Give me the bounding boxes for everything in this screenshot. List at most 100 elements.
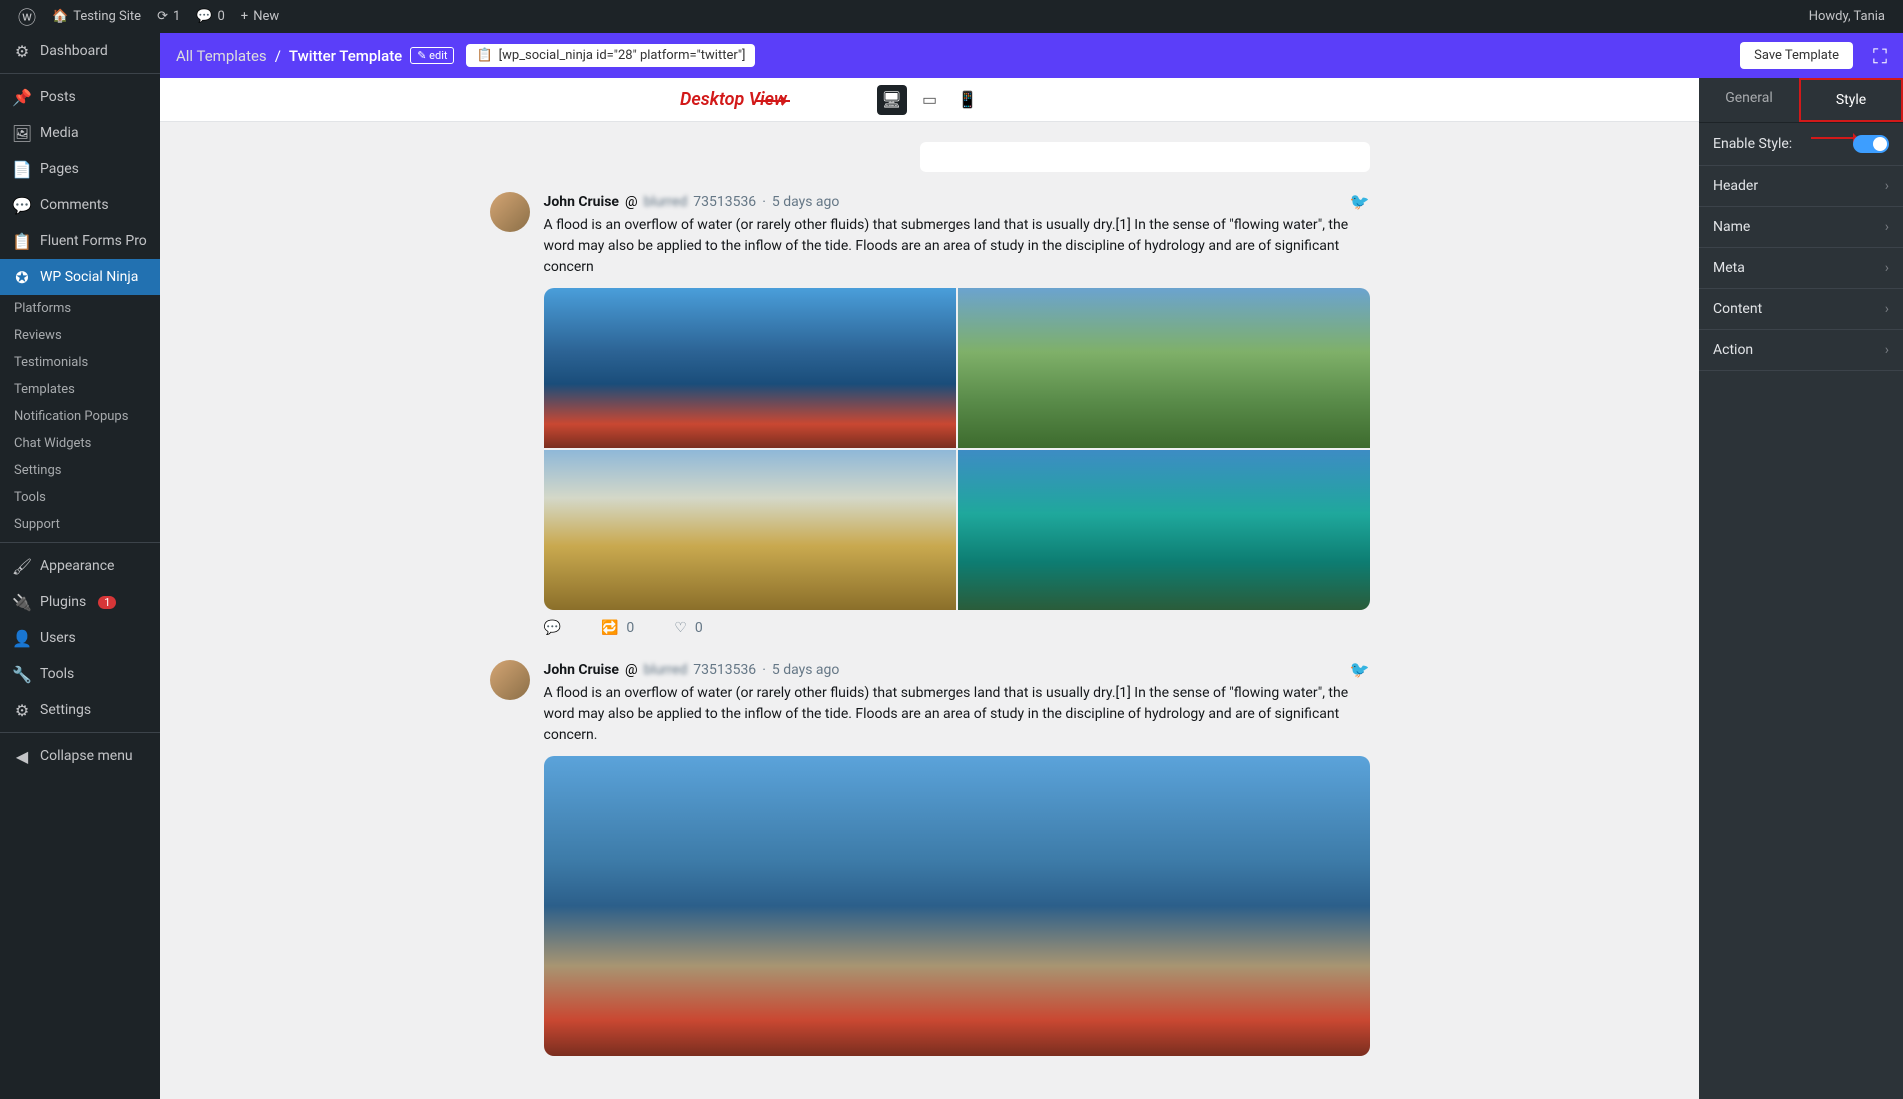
tweet-handle-suffix: 73513536 <box>693 662 756 678</box>
avatar[interactable] <box>490 192 530 232</box>
tweet-image[interactable] <box>544 288 956 448</box>
updates-link[interactable]: ⟳1 <box>149 0 188 33</box>
preview-area: Desktop View 🖥 ▭ 📱 John Cruise @ blurred 7… <box>160 78 1699 1099</box>
breadcrumb-all-templates[interactable]: All Templates <box>176 47 267 65</box>
submenu-chat-widgets[interactable]: Chat Widgets <box>0 430 160 457</box>
menu-posts[interactable]: 📌Posts <box>0 79 160 115</box>
code-icon: 📋 <box>476 48 492 63</box>
menu-collapse[interactable]: ◀Collapse menu <box>0 738 160 774</box>
section-name[interactable]: Name› <box>1699 207 1903 248</box>
view-switcher: Desktop View 🖥 ▭ 📱 <box>160 78 1699 122</box>
submenu-platforms[interactable]: Platforms <box>0 295 160 322</box>
fullscreen-icon[interactable]: ⛶ <box>1873 44 1887 68</box>
tweet: John Cruise @blurred73513536 · 5 days ag… <box>490 192 1370 636</box>
annotation-arrow <box>755 100 790 102</box>
panel-tabs: General Style <box>1699 78 1903 123</box>
wp-admin-bar: ⓦ 🏠Testing Site ⟳1 💬0 +New Howdy, Tania <box>0 0 1903 33</box>
menu-plugins[interactable]: 🔌Plugins1 <box>0 584 160 620</box>
desktop-view-button[interactable]: 🖥 <box>877 85 907 115</box>
tab-style[interactable]: Style <box>1799 78 1903 122</box>
twitter-icon[interactable]: 🐦 <box>1350 660 1370 679</box>
retweet-icon: 🔁 <box>601 620 618 636</box>
section-action[interactable]: Action› <box>1699 330 1903 371</box>
submenu-support[interactable]: Support <box>0 511 160 538</box>
section-content[interactable]: Content› <box>1699 289 1903 330</box>
site-name-link[interactable]: 🏠Testing Site <box>44 0 149 33</box>
menu-media[interactable]: 🖼Media <box>0 115 160 151</box>
brush-icon: 🖌 <box>12 556 32 576</box>
submenu-tools[interactable]: Tools <box>0 484 160 511</box>
twitter-icon[interactable]: 🐦 <box>1350 192 1370 211</box>
collapse-icon: ◀ <box>12 746 32 766</box>
reply-icon: 💬 <box>544 620 561 636</box>
enable-style-label: Enable Style: <box>1713 136 1792 152</box>
tablet-view-button[interactable]: ▭ <box>915 85 945 115</box>
comments-link[interactable]: 💬0 <box>188 0 233 33</box>
tweet-image[interactable] <box>958 288 1370 448</box>
admin-sidebar: ⚙Dashboard 📌Posts 🖼Media 📄Pages 💬Comment… <box>0 33 160 1099</box>
retweet-button[interactable]: 🔁0 <box>601 620 634 636</box>
tweet-time: 5 days ago <box>772 194 840 210</box>
menu-settings[interactable]: ⚙Settings <box>0 692 160 728</box>
menu-comments[interactable]: 💬Comments <box>0 187 160 223</box>
tweet-image[interactable] <box>544 756 1370 1056</box>
edit-title-button[interactable]: ✎ edit <box>410 47 454 64</box>
tweet-text: A flood is an overflow of water (or rare… <box>544 215 1370 278</box>
tweet-media-grid[interactable] <box>544 288 1370 610</box>
tweet-image[interactable] <box>958 450 1370 610</box>
plug-icon: 🔌 <box>12 592 32 612</box>
submenu-testimonials[interactable]: Testimonials <box>0 349 160 376</box>
new-content-link[interactable]: +New <box>233 0 287 33</box>
submenu-notification-popups[interactable]: Notification Popups <box>0 403 160 430</box>
tweet-time: 5 days ago <box>772 662 840 678</box>
chevron-right-icon: › <box>1885 301 1889 317</box>
menu-wp-social-ninja[interactable]: ✪WP Social Ninja <box>0 259 160 295</box>
tweet-author[interactable]: John Cruise <box>544 662 619 678</box>
tab-general[interactable]: General <box>1699 78 1799 122</box>
wp-logo[interactable]: ⓦ <box>10 0 44 33</box>
dot-sep: · <box>762 194 766 210</box>
twitter-feed: John Cruise @ blurred 73513536 · 5 days ag… <box>470 122 1390 1099</box>
tweet-author[interactable]: John Cruise <box>544 194 619 210</box>
tweet-handle-blur: blurred <box>644 662 688 678</box>
user-icon: 👤 <box>12 628 32 648</box>
media-icon: 🖼 <box>12 123 32 143</box>
handle-at: @ <box>625 194 638 210</box>
user-greeting[interactable]: Howdy, Tania <box>1801 0 1893 33</box>
submenu-settings[interactable]: Settings <box>0 457 160 484</box>
shortcode-display[interactable]: 📋 [wp_social_ninja id="28" platform="twi… <box>466 44 755 67</box>
menu-pages[interactable]: 📄Pages <box>0 151 160 187</box>
reply-button[interactable]: 💬 <box>544 620 561 636</box>
menu-appearance[interactable]: 🖌Appearance <box>0 548 160 584</box>
mobile-view-button[interactable]: 📱 <box>953 85 983 115</box>
chevron-right-icon: › <box>1885 219 1889 235</box>
tablet-icon: ▭ <box>922 90 937 109</box>
comment-icon: 💬 <box>12 195 32 215</box>
menu-fluent-forms[interactable]: 📋Fluent Forms Pro <box>0 223 160 259</box>
plus-icon: + <box>241 9 248 24</box>
tweet-text: A flood is an overflow of water (or rare… <box>544 683 1370 746</box>
submenu-reviews[interactable]: Reviews <box>0 322 160 349</box>
settings-panel: General Style Enable Style: Header› Name… <box>1699 78 1903 1099</box>
pin-icon: 📌 <box>12 87 32 107</box>
form-icon: 📋 <box>12 231 32 251</box>
like-button[interactable]: ♡0 <box>674 620 702 636</box>
menu-users[interactable]: 👤Users <box>0 620 160 656</box>
section-meta[interactable]: Meta› <box>1699 248 1903 289</box>
submenu-templates[interactable]: Templates <box>0 376 160 403</box>
save-template-button[interactable]: Save Template <box>1740 42 1853 69</box>
enable-style-toggle[interactable] <box>1853 135 1889 153</box>
tweet-actions: 💬 🔁0 ♡0 <box>544 620 1370 636</box>
breadcrumb: All Templates / Twitter Template ✎ edit <box>176 47 454 65</box>
menu-tools[interactable]: 🔧Tools <box>0 656 160 692</box>
empty-card <box>920 142 1370 172</box>
page-icon: 📄 <box>12 159 32 179</box>
section-header[interactable]: Header› <box>1699 166 1903 207</box>
menu-dashboard[interactable]: ⚙Dashboard <box>0 33 160 69</box>
tweet-image[interactable] <box>544 450 956 610</box>
wordpress-icon: ⓦ <box>18 4 36 30</box>
breadcrumb-current: Twitter Template <box>289 47 402 65</box>
chevron-right-icon: › <box>1885 342 1889 358</box>
avatar[interactable] <box>490 660 530 700</box>
editor-top-bar: All Templates / Twitter Template ✎ edit … <box>160 33 1903 78</box>
